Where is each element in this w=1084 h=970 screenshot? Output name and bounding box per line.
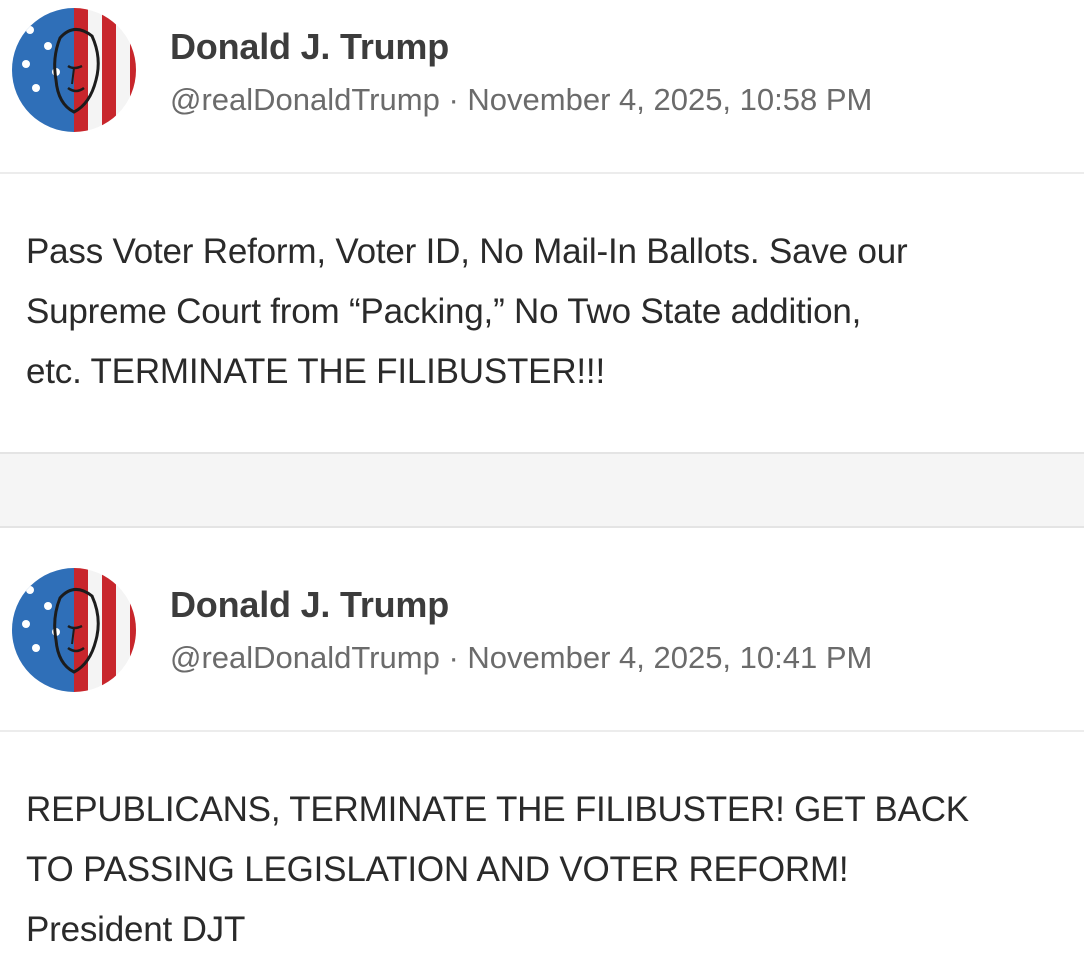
post-body-line: President DJT <box>26 910 246 949</box>
post-header: Donald J. Trump @realDonaldTrump · Novem… <box>0 528 1084 732</box>
post-meta: @realDonaldTrump · November 4, 2025, 10:… <box>170 82 872 118</box>
flag-portrait-avatar-icon <box>12 568 136 692</box>
post-body: Pass Voter Reform, Voter ID, No Mail-In … <box>26 222 1066 402</box>
post-body-line: Pass Voter Reform, Voter ID, No Mail-In … <box>26 232 908 271</box>
post-body: REPUBLICANS, TERMINATE THE FILIBUSTER! G… <box>26 780 1066 960</box>
post-body-line: REPUBLICANS, TERMINATE THE FILIBUSTER! G… <box>26 790 969 829</box>
author-handle[interactable]: @realDonaldTrump <box>170 82 440 117</box>
avatar[interactable] <box>12 568 136 692</box>
post-timestamp[interactable]: November 4, 2025, 10:58 PM <box>467 82 872 117</box>
post-body-line: Supreme Court from “Packing,” No Two Sta… <box>26 292 862 331</box>
author-name[interactable]: Donald J. Trump <box>170 26 449 68</box>
post-feed: Donald J. Trump @realDonaldTrump · Novem… <box>0 0 1084 970</box>
author-name[interactable]: Donald J. Trump <box>170 584 449 626</box>
post-card[interactable]: Donald J. Trump @realDonaldTrump · Novem… <box>0 528 1084 970</box>
post-body-line: etc. TERMINATE THE FILIBUSTER!!! <box>26 352 605 391</box>
avatar[interactable] <box>12 8 136 132</box>
post-timestamp[interactable]: November 4, 2025, 10:41 PM <box>467 640 872 675</box>
post-body-line: TO PASSING LEGISLATION AND VOTER REFORM! <box>26 850 849 889</box>
post-card[interactable]: Donald J. Trump @realDonaldTrump · Novem… <box>0 0 1084 452</box>
meta-separator: · <box>448 82 459 117</box>
author-handle[interactable]: @realDonaldTrump <box>170 640 440 675</box>
flag-portrait-avatar-icon <box>12 8 136 132</box>
post-header: Donald J. Trump @realDonaldTrump · Novem… <box>0 0 1084 174</box>
post-meta: @realDonaldTrump · November 4, 2025, 10:… <box>170 640 872 676</box>
post-divider <box>0 452 1084 528</box>
meta-separator: · <box>448 640 459 675</box>
